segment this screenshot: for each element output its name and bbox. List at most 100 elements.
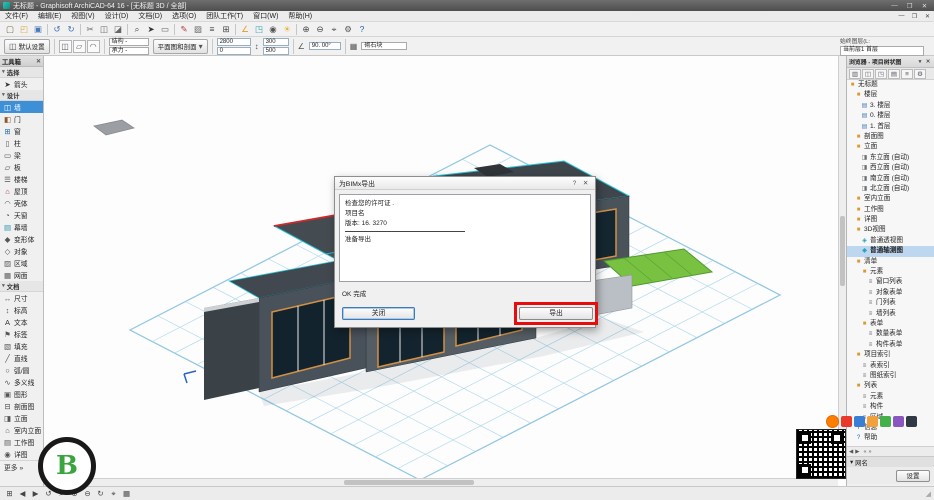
toolbox-item[interactable]: ◨立面 bbox=[0, 412, 43, 424]
default-settings-button[interactable]: ◫ 默认设置 bbox=[4, 39, 50, 54]
tree-item[interactable]: ≡门列表 bbox=[847, 298, 934, 308]
share-more-icon[interactable] bbox=[906, 416, 917, 427]
sun-study-icon[interactable]: ☀ bbox=[280, 23, 294, 36]
toolbox-item[interactable]: ▨区域 bbox=[0, 257, 43, 269]
toolbox-section-header[interactable]: ▾设计 bbox=[0, 90, 43, 101]
arrow-tool-icon[interactable]: ➤ bbox=[144, 23, 158, 36]
menu-item[interactable]: 选项(O) bbox=[167, 11, 201, 22]
layout-book-tab-icon[interactable]: ▤ bbox=[888, 69, 900, 79]
marquee-icon[interactable]: ▭ bbox=[158, 23, 172, 36]
settings-icon[interactable]: ⚙ bbox=[341, 23, 355, 36]
grid-snap-icon[interactable]: ⊞ bbox=[219, 23, 233, 36]
pager-prev-icon[interactable]: « bbox=[863, 449, 866, 455]
toolbox-section-header[interactable]: ▾文档 bbox=[0, 281, 43, 292]
toolbox-item[interactable]: ↕标高 bbox=[0, 304, 43, 316]
toolbox-item[interactable]: ▣图形 bbox=[0, 388, 43, 400]
menu-item[interactable]: 视图(V) bbox=[66, 11, 99, 22]
tree-item[interactable]: ?帮助 bbox=[847, 433, 934, 443]
share-video-icon[interactable] bbox=[841, 416, 852, 427]
forward-icon[interactable]: ▶ bbox=[29, 488, 42, 500]
toolbox-item[interactable]: ◫墙 bbox=[0, 101, 43, 113]
tree-item[interactable]: ◨东立面 (自动) bbox=[847, 153, 934, 163]
share-qq-icon[interactable] bbox=[867, 416, 878, 427]
toolbox-item[interactable]: ∿多义线 bbox=[0, 376, 43, 388]
tree-item[interactable]: ■工作图 bbox=[847, 205, 934, 215]
back-icon[interactable]: ◀ bbox=[16, 488, 29, 500]
tree-item[interactable]: ■立面 bbox=[847, 142, 934, 152]
tree-item[interactable]: ▤0. 楼层 bbox=[847, 111, 934, 121]
tree-item[interactable]: ■3D视图 bbox=[847, 225, 934, 235]
tree-item[interactable]: ■室内立面 bbox=[847, 194, 934, 204]
toolbox-item[interactable]: ▤幕墙 bbox=[0, 221, 43, 233]
horizontal-scroll-thumb[interactable] bbox=[344, 480, 474, 485]
mdi-minimize-button[interactable]: — bbox=[895, 13, 908, 19]
dialog-close-icon[interactable]: ✕ bbox=[580, 180, 591, 187]
toolbox-item[interactable]: ▦网面 bbox=[0, 269, 43, 281]
tree-item[interactable]: ■清单 bbox=[847, 257, 934, 267]
wall-thickness-field[interactable]: 300 bbox=[263, 38, 289, 46]
tree-item[interactable]: ■详图 bbox=[847, 215, 934, 225]
tree-item[interactable]: ■楼层 bbox=[847, 90, 934, 100]
toolbox-item[interactable]: ▤工作图 bbox=[0, 436, 43, 448]
view-map-tab-icon[interactable]: ◫ bbox=[862, 69, 874, 79]
toolbox-item[interactable]: ⊟剖面图 bbox=[0, 400, 43, 412]
navigator-collapse-icon[interactable]: ▾ bbox=[916, 59, 924, 65]
settings-button[interactable]: 设置 bbox=[896, 470, 930, 482]
toolbox-close-icon[interactable]: ✕ bbox=[36, 58, 41, 65]
open-project-icon[interactable]: ◰ bbox=[17, 23, 31, 36]
tree-item[interactable]: ≡窗口列表 bbox=[847, 277, 934, 287]
toolbox-item[interactable]: ◧门 bbox=[0, 113, 43, 125]
menu-item[interactable]: 文件(F) bbox=[0, 11, 33, 22]
toolbox-item[interactable]: ╱直线 bbox=[0, 352, 43, 364]
navigator-close-icon[interactable]: ✕ bbox=[924, 59, 932, 65]
menu-item[interactable]: 帮助(H) bbox=[283, 11, 317, 22]
vertical-scroll-thumb[interactable] bbox=[840, 216, 845, 286]
layers-icon[interactable]: ≡ bbox=[205, 23, 219, 36]
tree-item[interactable]: ≡数量表单 bbox=[847, 329, 934, 339]
pager-next-icon[interactable]: » bbox=[869, 449, 872, 455]
navigator-footer-group[interactable]: ▾ 网名 bbox=[847, 456, 934, 467]
dialog-help-icon[interactable]: ? bbox=[569, 180, 580, 187]
bearing-select[interactable]: 承力 - bbox=[109, 47, 149, 55]
navigator-settings-icon[interactable]: ⚙ bbox=[914, 69, 926, 79]
help-icon[interactable]: ? bbox=[355, 23, 369, 36]
toolbox-item[interactable]: ◔天窗 bbox=[0, 209, 43, 221]
maximize-button[interactable]: ❐ bbox=[902, 2, 917, 10]
toolbox-item[interactable]: ◠壳体 bbox=[0, 197, 43, 209]
toolbox-item[interactable]: ▯柱 bbox=[0, 137, 43, 149]
pan-icon[interactable]: ⌖ bbox=[107, 488, 120, 500]
structure-select[interactable]: 结构 - bbox=[109, 38, 149, 46]
tree-item[interactable]: ≡墙列表 bbox=[847, 309, 934, 319]
scale-icon[interactable]: ▦ bbox=[120, 488, 133, 500]
dialog-titlebar[interactable]: 为BIMx导出 ? ✕ bbox=[335, 177, 595, 190]
minimize-button[interactable]: — bbox=[887, 2, 902, 9]
toolbox-item[interactable]: ◆变形体 bbox=[0, 233, 43, 245]
tree-item[interactable]: ◨西立面 (自动) bbox=[847, 163, 934, 173]
plan-and-section-button[interactable]: 平面图和剖面 ▾ bbox=[153, 39, 208, 54]
copy-icon[interactable]: ◫ bbox=[97, 23, 111, 36]
tree-item[interactable]: ■剖面图 bbox=[847, 132, 934, 142]
tree-item[interactable]: ◨北立面 (自动) bbox=[847, 184, 934, 194]
pen-icon[interactable]: ✎ bbox=[177, 23, 191, 36]
angle-field[interactable]: 90. 00° bbox=[309, 42, 341, 50]
toolbox-more[interactable]: 更多 » bbox=[0, 460, 43, 472]
tree-item[interactable]: ■表单 bbox=[847, 319, 934, 329]
share-link-icon[interactable] bbox=[893, 416, 904, 427]
toolbox-item[interactable]: ⚑标签 bbox=[0, 328, 43, 340]
base-offset-field[interactable]: 0 bbox=[217, 47, 251, 55]
wall-trapezoid-icon[interactable]: ▱ bbox=[73, 40, 86, 53]
menu-item[interactable]: 窗口(W) bbox=[248, 11, 283, 22]
share-wechat-icon[interactable] bbox=[880, 416, 891, 427]
mdi-restore-button[interactable]: ❐ bbox=[908, 13, 921, 20]
wall-curved-icon[interactable]: ◠ bbox=[87, 40, 100, 53]
layer-select[interactable]: 当前层1 首层 bbox=[840, 46, 924, 56]
tree-item[interactable]: ■无标题 bbox=[847, 80, 934, 90]
toolbox-item[interactable]: ▭梁 bbox=[0, 149, 43, 161]
share-weibo-icon[interactable] bbox=[854, 416, 865, 427]
tree-item[interactable]: ◈普通轴测图 bbox=[847, 246, 934, 256]
fill-icon[interactable]: ▨ bbox=[191, 23, 205, 36]
pan-icon[interactable]: ⌖ bbox=[327, 23, 341, 36]
zoom-out-icon[interactable]: ⊖ bbox=[313, 23, 327, 36]
close-button[interactable]: ✕ bbox=[917, 2, 932, 10]
wall-height-field[interactable]: 2800 bbox=[217, 38, 251, 46]
